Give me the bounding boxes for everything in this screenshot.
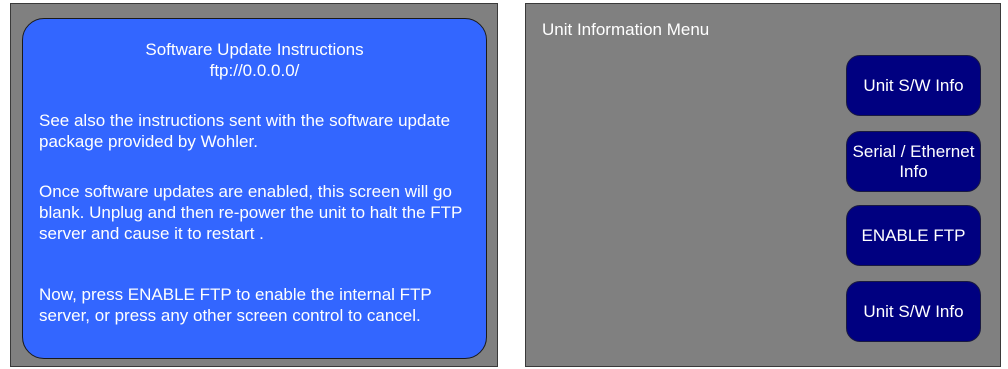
instructions-paragraph-3: Now, press ENABLE FTP to enable the inte… [39,285,432,325]
menu-title: Unit Information Menu [542,20,710,39]
unit-sw-info-button[interactable]: Unit S/W Info [846,55,981,116]
unit-sw-info-button-2[interactable]: Unit S/W Info [846,281,981,342]
instructions-box: Software Update Instructions ftp://0.0.0… [22,18,487,359]
instructions-paragraph-2: Once software updates are enabled, this … [39,182,463,243]
ftp-url: ftp://0.0.0.0/ [209,61,300,80]
instructions-panel: Software Update Instructions ftp://0.0.0… [10,3,498,367]
instructions-title: Software Update Instructions [145,40,364,59]
serial-ethernet-info-button[interactable]: Serial / Ethernet Info [846,131,981,192]
instructions-paragraph-1: See also the instructions sent with the … [39,111,451,151]
enable-ftp-button[interactable]: ENABLE FTP [846,205,981,266]
unit-information-menu: Unit Information Menu Unit S/W Info Seri… [525,3,1001,367]
